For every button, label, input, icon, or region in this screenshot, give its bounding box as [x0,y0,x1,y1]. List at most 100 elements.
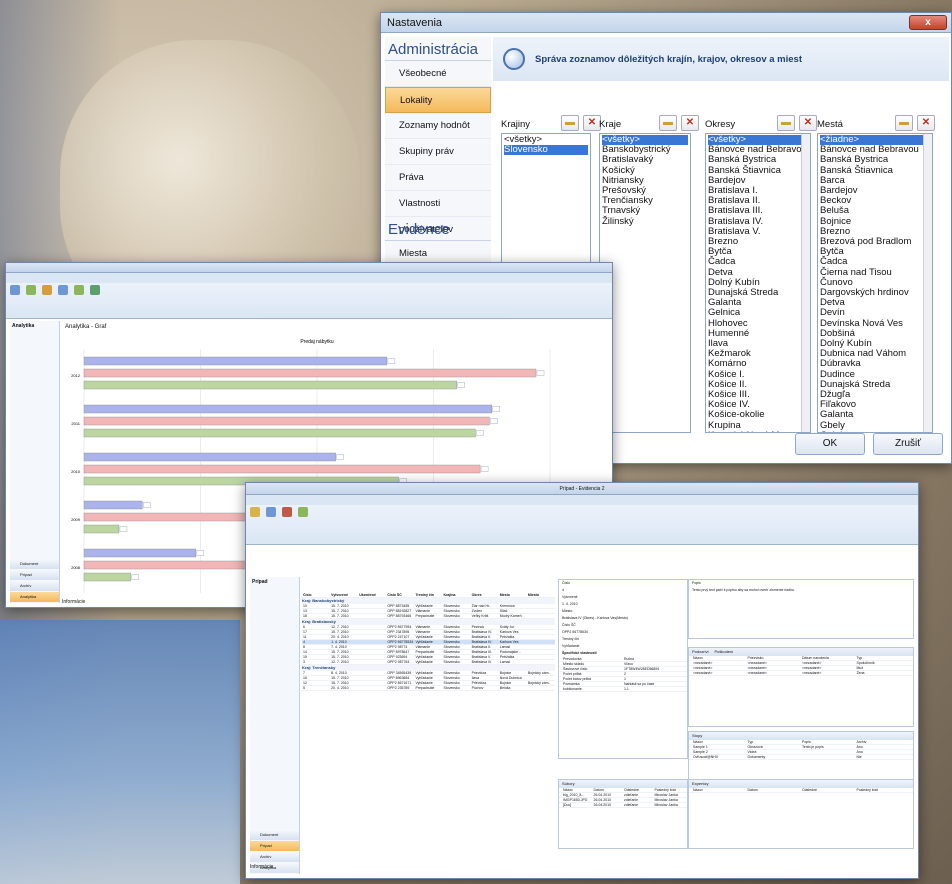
column-header[interactable]: Dátum [747,788,802,793]
table-row[interactable]: 5 20. 4. 2010 OPP2 235789 Prepadnutie Sloven… [302,686,555,691]
okresy-list[interactable]: <všetky> Bánovce nad Bebravou Banská Bystr… [705,133,811,433]
case-footer: Informácie [250,864,274,870]
data-label-box [476,430,484,436]
table-row[interactable]: [Doc] 26.04.2010 zdieľanie Miroslav Janka [559,803,687,808]
delete-icon[interactable]: ✕ [681,115,699,131]
okresy-item[interactable]: Kysucké Nové Mesto [708,430,808,432]
nav-item-1[interactable]: Lokality [385,87,491,113]
nav-item-4[interactable]: Práva [385,165,491,191]
data-label-box [387,358,396,364]
bar-stoličky[interactable] [83,464,481,474]
cancel-button[interactable]: Zrušiť [873,433,943,455]
category-label: 2010 [71,469,81,474]
bar-stoly[interactable] [83,356,388,366]
bar-stoličky[interactable] [83,416,490,426]
column-header[interactable]: Posledný krát [856,788,911,793]
column-header[interactable]: Trestný čin [414,593,442,597]
chart-icon[interactable] [42,285,52,295]
bar-stoličky[interactable] [83,368,537,378]
data-label-box [536,370,545,376]
column-header[interactable]: Vytvorené [330,593,358,597]
bar-stoly[interactable] [83,500,143,510]
column-header[interactable]: Ukončené [358,593,386,597]
bar-stoly[interactable] [83,548,197,558]
nav-item-0[interactable]: Všeobecné [385,61,491,87]
column-header[interactable]: Mesto [499,593,527,597]
open-icon[interactable] [266,507,276,517]
table-cell: 26.04.2010 [593,802,612,807]
data-label-box [131,574,139,580]
nav-item-5[interactable]: Vlastnosti používateľov [385,191,491,235]
nav-button-2[interactable]: Archív [250,852,299,862]
chart-icon[interactable] [58,285,68,295]
bar-stoly[interactable] [83,404,492,414]
close-button[interactable]: x [909,15,947,30]
scrollbar[interactable] [801,134,810,432]
folder-icon[interactable]: ▬ [895,115,913,131]
nav-button-3[interactable]: Analytika [10,592,59,602]
delete-icon[interactable]: ✕ [799,115,817,131]
miesto-value[interactable]: Bratislava IV (Okres) - Karlova Ves(Mest… [559,615,687,622]
okresy-title: Okresy [705,119,736,130]
analytics-footer: Informácie [62,599,86,605]
table-row[interactable]: <nezadané> <nezadané> <nezadané> Žena [689,671,913,676]
nav-button-1[interactable]: Prípad [250,841,299,851]
column-header[interactable]: Odsledné [801,788,856,793]
folder-icon[interactable]: ▬ [561,115,579,131]
column-header[interactable]: Krajina [443,593,471,597]
bar-skrine[interactable] [83,572,131,582]
chart-icon[interactable] [74,285,84,295]
property-value[interactable]: 1.1 [623,687,684,692]
scrollbar[interactable] [923,134,932,432]
column-header[interactable]: Číslo [302,593,330,597]
tab-1[interactable]: Poškodení [714,649,733,654]
column-header[interactable]: Miesto [527,593,555,597]
bar-skrine[interactable] [83,380,457,390]
trestny-cin-value[interactable]: Vyhľadanie [559,643,687,650]
table-cell: <nezadané> [747,670,767,675]
mesta-list[interactable]: <žiadne> Bánovce nad Bebravou Banská Bystr… [817,133,933,433]
table-cell: 10 [303,604,307,608]
bar-stoličky[interactable] [83,560,259,570]
bar-stoly[interactable] [83,452,336,462]
table-cell: 12 [303,681,307,685]
nav-item-3[interactable]: Skupiny práv [385,139,491,165]
table-cell: OPP 2347895 [387,630,410,634]
table-row[interactable]: Ovľuscať@NHV Dokumenty Nie [689,755,913,760]
kraje-item[interactable]: Žilinský [602,216,688,227]
table-cell: Žiar nad Hr.. [471,604,491,608]
nav-button-0[interactable]: Dokument [250,830,299,840]
table-cell: Zvolen [471,609,483,613]
data-label-box [196,550,205,556]
delete-icon[interactable] [282,507,292,517]
table-cell: 6 [303,625,305,629]
miesto-label: Miesto [562,609,573,613]
krajiny-item[interactable]: Slovensko [504,144,588,156]
column-header[interactable]: Okres [471,593,499,597]
folder-icon[interactable]: ▬ [777,115,795,131]
nav-button-0[interactable]: Dokument [10,559,59,569]
column-header[interactable]: Názov [692,788,747,793]
new-icon[interactable] [250,507,260,517]
cislo-value[interactable]: 4 [559,587,687,594]
tab-0[interactable]: Podozrivi [692,649,708,654]
chart-icon[interactable] [90,285,100,295]
column-header[interactable]: Číslo ŠČ [386,593,414,597]
table-cell: Slovensko [443,671,460,675]
case-nav-title: Prípad [252,579,268,585]
folder-icon[interactable]: ▬ [659,115,677,131]
nav-item-2[interactable]: Zoznamy hodnôt [385,113,491,139]
save-icon[interactable] [298,507,308,517]
table-cell: Bratislava V. [471,655,491,659]
nav-button-1[interactable]: Prípad [10,570,59,580]
delete-icon[interactable]: ✕ [917,115,935,131]
bar-skrine[interactable] [83,428,476,438]
chart-icon[interactable] [10,285,20,295]
cislo-sc-value[interactable]: OPP2 56778534 [559,629,687,636]
vytvorene-value[interactable]: 1. 4. 2010 [559,601,687,608]
ok-button[interactable]: OK [795,433,865,455]
chart-icon[interactable] [26,285,36,295]
popis-value[interactable]: Tento prvý text patrí k popisu aby sa mo… [689,587,913,594]
nav-button-2[interactable]: Archív [10,581,59,591]
bar-skrine[interactable] [83,524,120,534]
